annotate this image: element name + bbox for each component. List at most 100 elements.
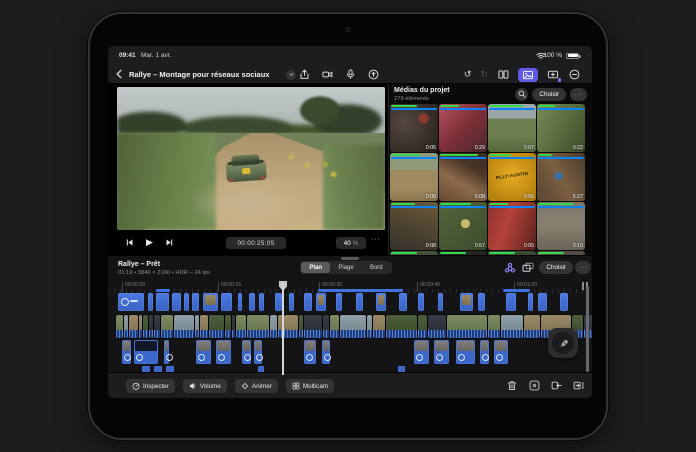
storyline-clip[interactable] — [428, 315, 446, 338]
project-title[interactable]: Rallye – Montage pour réseaux sociaux — [129, 70, 269, 79]
storyline-clip[interactable] — [488, 315, 500, 338]
connected-clip[interactable] — [259, 293, 264, 311]
insert-icon[interactable] — [550, 380, 562, 392]
media-thumbnail[interactable]: 0:10 — [537, 202, 585, 250]
connected-clip[interactable] — [506, 293, 516, 311]
connected-clip[interactable] — [528, 293, 533, 311]
connected-clip[interactable] — [203, 293, 218, 311]
undo-icon[interactable]: ↺ — [464, 70, 472, 79]
connected-clip[interactable] — [336, 293, 342, 311]
connected-clip[interactable] — [148, 293, 153, 311]
connected-clip[interactable] — [289, 293, 294, 311]
storyline-clip[interactable] — [200, 315, 208, 338]
storyline-clip[interactable] — [209, 315, 224, 338]
pencil-tool-button[interactable]: ✎ — [548, 328, 578, 358]
connected-clip[interactable] — [316, 293, 326, 311]
storyline-clip[interactable] — [447, 315, 487, 338]
connected-clip[interactable] — [438, 293, 443, 311]
animate-button[interactable]: Animer — [235, 379, 278, 393]
storyline-clip[interactable] — [270, 315, 277, 338]
storyline-clip[interactable] — [154, 315, 160, 338]
connected-audio-clip[interactable] — [134, 340, 158, 364]
media-thumbnail[interactable]: 0:07 — [488, 104, 536, 152]
import-icon[interactable] — [298, 69, 310, 81]
storyline-clip[interactable] — [247, 315, 269, 338]
media-thumbnail[interactable]: 0:05 — [390, 104, 438, 152]
connected-clip[interactable] — [399, 293, 407, 311]
storyline-clip[interactable] — [501, 315, 523, 338]
storyline-clip[interactable] — [149, 315, 153, 338]
timeline-drag-handle[interactable] — [341, 257, 359, 260]
media-more-button[interactable]: ··· — [570, 88, 587, 101]
storyline-clip[interactable] — [129, 315, 138, 338]
storyline-clip[interactable] — [304, 315, 322, 338]
storyline-clip[interactable] — [139, 315, 142, 338]
connected-audio-clip[interactable] — [216, 340, 231, 364]
connected-clip[interactable] — [304, 293, 312, 311]
connected-audio-clip[interactable] — [242, 340, 251, 364]
media-thumbnail[interactable]: RLLY•AUSTIN0:06 — [488, 153, 536, 201]
storyline-clip[interactable] — [116, 315, 123, 338]
connected-audio-clip[interactable] — [122, 340, 131, 364]
storyline-clip[interactable] — [232, 315, 235, 338]
overlay-icon[interactable] — [521, 261, 534, 274]
connected-clip[interactable] — [184, 293, 189, 311]
connected-lane-bar[interactable] — [318, 289, 403, 292]
connected-clip[interactable] — [172, 293, 181, 311]
enhance-icon[interactable] — [503, 261, 516, 274]
connected-clip[interactable] — [118, 293, 144, 311]
append-icon[interactable] — [572, 380, 584, 392]
connected-clip[interactable] — [538, 293, 547, 311]
storyline-clip[interactable] — [236, 315, 246, 338]
storyline-clip[interactable] — [330, 315, 339, 338]
microphone-icon[interactable] — [344, 69, 356, 81]
tab-plage[interactable]: Plage — [331, 262, 360, 273]
connected-audio-clip[interactable] — [414, 340, 429, 364]
media-thumbnail[interactable]: 5:27 — [537, 153, 585, 201]
delete-icon[interactable] — [506, 380, 518, 392]
viewer-zoom-control[interactable]: 40 % — [336, 237, 366, 249]
viewer-more-icon[interactable]: ··· — [371, 236, 381, 243]
storyline-clip[interactable] — [284, 315, 298, 338]
multicam-button[interactable]: Multicam — [286, 379, 334, 393]
skip-forward-icon[interactable] — [164, 237, 175, 248]
storyline-clip[interactable] — [195, 315, 199, 338]
connected-clip[interactable] — [249, 293, 255, 311]
storyline-clip[interactable] — [299, 315, 303, 338]
storyline-clip[interactable] — [143, 315, 148, 338]
storyline-clip[interactable] — [386, 315, 417, 338]
connected-audio-clip[interactable] — [322, 340, 330, 364]
storyline-clip[interactable] — [367, 315, 372, 338]
storyline-clip[interactable] — [225, 315, 231, 338]
storyline-clip[interactable] — [418, 315, 427, 338]
storyline-clip[interactable] — [174, 315, 194, 338]
photos-browser-button[interactable] — [518, 68, 538, 82]
connected-audio-clip[interactable] — [164, 340, 169, 364]
blade-icon[interactable] — [528, 380, 540, 392]
title-menu-chevron-icon[interactable] — [286, 70, 296, 80]
media-thumbnail[interactable]: 5:08 — [439, 153, 487, 201]
browser-split-icon[interactable] — [497, 69, 509, 81]
tab-bord[interactable]: Bord — [362, 262, 391, 273]
add-media-icon[interactable] — [547, 69, 559, 81]
back-button[interactable] — [113, 68, 125, 80]
play-icon[interactable]: ▶ — [144, 237, 155, 248]
storyline-clip[interactable] — [323, 315, 329, 338]
skip-back-icon[interactable] — [124, 237, 135, 248]
video-preview[interactable] — [117, 87, 385, 230]
connected-lane-bar[interactable] — [503, 289, 530, 292]
camera-icon[interactable] — [321, 69, 333, 81]
storyline-clip[interactable] — [124, 315, 128, 338]
connected-clip[interactable] — [478, 293, 485, 311]
connected-audio-clip[interactable] — [456, 340, 475, 364]
media-thumbnail[interactable]: 0:57 — [439, 202, 487, 250]
media-thumbnail[interactable]: 0:22 — [537, 104, 585, 152]
media-thumbnail[interactable]: 0:08 — [390, 153, 438, 201]
connected-audio-clip[interactable] — [196, 340, 211, 364]
record-icon[interactable] — [367, 69, 379, 81]
timecode-display[interactable]: 00:00:25:05 — [226, 237, 286, 249]
timeline-scrollbar[interactable] — [586, 286, 589, 372]
connected-clip[interactable] — [156, 293, 169, 311]
hide-browser-icon[interactable] — [568, 69, 580, 81]
connected-clip[interactable] — [460, 293, 473, 311]
